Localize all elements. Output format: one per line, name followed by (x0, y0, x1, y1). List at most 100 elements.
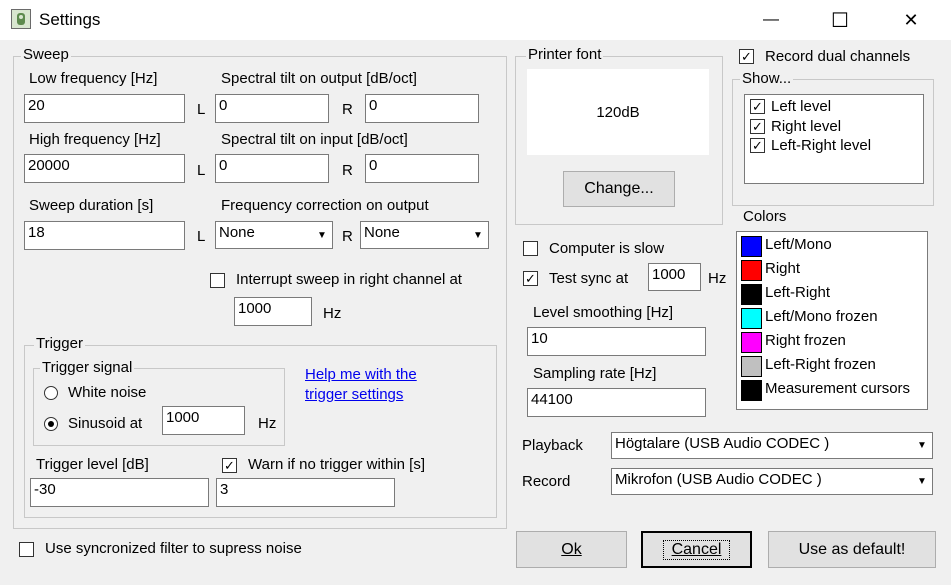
trigger-help-link-line1[interactable]: Help me with the (305, 366, 417, 383)
interrupt-hz-label: Hz (323, 305, 342, 322)
sampling-rate-label: Sampling rate [Hz] (533, 365, 657, 382)
color-item-label[interactable]: Left-Right frozen (765, 356, 876, 373)
test-sync-label: Test sync at (549, 270, 629, 287)
change-font-button[interactable]: Change... (563, 171, 675, 207)
warn-trigger-checkbox[interactable]: ✓ (222, 458, 237, 473)
chevron-down-icon[interactable]: ▼ (914, 471, 930, 492)
sinusoid-hz-label: Hz (258, 415, 277, 432)
trigger-signal-group (33, 368, 285, 446)
color-item-label[interactable]: Left-Right (765, 284, 830, 301)
left-right-level-checkbox[interactable]: ✓ (750, 138, 765, 153)
app-speaker-icon[interactable] (11, 9, 31, 29)
use-as-default-button[interactable]: Use as default! (768, 531, 936, 568)
white-noise-radio[interactable] (44, 386, 58, 400)
warn-trigger-input[interactable]: 3 (216, 478, 395, 507)
computer-slow-checkbox[interactable] (523, 241, 538, 256)
window-title: Settings (39, 10, 101, 29)
right-level-checkbox[interactable]: ✓ (750, 119, 765, 134)
high-frequency-label: High frequency [Hz] (29, 131, 161, 148)
low-frequency-input[interactable]: 20 (24, 94, 185, 123)
tilt-input-label: Spectral tilt on input [dB/oct] (221, 131, 408, 148)
freq-correction-r-label: R (342, 228, 353, 245)
playback-device-select[interactable]: Högtalare (USB Audio CODEC ) ▼ (611, 432, 933, 459)
chevron-down-icon[interactable]: ▼ (470, 224, 486, 246)
color-item-label[interactable]: Left/Mono frozen (765, 308, 878, 325)
sync-filter-label: Use syncronized filter to supress noise (45, 540, 302, 557)
playback-label: Playback (522, 437, 583, 454)
trigger-signal-label: Trigger signal (40, 359, 135, 376)
minimize-icon[interactable]: — (748, 0, 794, 40)
color-swatch[interactable] (741, 284, 762, 305)
left-right-level-label: Left-Right level (771, 137, 872, 154)
trigger-group-label: Trigger (34, 335, 85, 352)
tilt-input-left-input[interactable]: 0 (215, 154, 329, 183)
freq-correction-right-value: None (364, 224, 400, 241)
color-swatch[interactable] (741, 380, 762, 401)
printer-font-label: Printer font (526, 46, 604, 63)
font-preview: 120dB (527, 69, 709, 155)
cancel-button[interactable]: Cancel (641, 531, 752, 568)
ok-button-label[interactable]: Ok (561, 541, 581, 559)
close-icon[interactable]: ✕ (888, 0, 934, 40)
record-dual-checkbox[interactable]: ✓ (739, 49, 754, 64)
warn-trigger-label: Warn if no trigger within [s] (248, 456, 426, 473)
tilt-input-right-input[interactable]: 0 (365, 154, 479, 183)
cancel-button-label[interactable]: Cancel (662, 539, 731, 560)
font-preview-sample: 120dB (596, 103, 640, 121)
tilt-output-right-input[interactable]: 0 (365, 94, 479, 123)
high-frequency-input[interactable]: 20000 (24, 154, 185, 183)
sampling-rate-input[interactable]: 44100 (527, 388, 706, 417)
test-sync-input[interactable]: 1000 (648, 263, 701, 291)
trigger-level-input[interactable]: -30 (30, 478, 209, 507)
colors-listbox[interactable]: Left/Mono Right Left-Right Left/Mono fro… (736, 231, 928, 410)
colors-label: Colors (743, 208, 787, 225)
color-item-label[interactable]: Right frozen (765, 332, 846, 349)
interrupt-checkbox[interactable] (210, 273, 225, 288)
left-level-label: Left level (771, 98, 832, 115)
tilt-output-left-input[interactable]: 0 (215, 94, 329, 123)
chevron-down-icon[interactable]: ▼ (314, 224, 330, 246)
color-swatch[interactable] (741, 356, 762, 377)
color-swatch[interactable] (741, 308, 762, 329)
tilt-output-l-label: L (197, 101, 206, 118)
chevron-down-icon[interactable]: ▼ (914, 435, 930, 456)
low-frequency-label: Low frequency [Hz] (29, 70, 158, 87)
tilt-output-label: Spectral tilt on output [dB/oct] (221, 70, 417, 87)
test-sync-hz-label: Hz (708, 270, 727, 287)
color-item-label[interactable]: Right (765, 260, 800, 277)
level-smoothing-input[interactable]: 10 (527, 327, 706, 356)
record-device-select[interactable]: Mikrofon (USB Audio CODEC ) ▼ (611, 468, 933, 495)
record-label: Record (522, 473, 571, 490)
color-swatch[interactable] (741, 236, 762, 257)
trigger-help-link[interactable]: Help me with the trigger settings (305, 365, 417, 405)
sinusoid-radio[interactable] (44, 417, 58, 431)
title-bar: Settings — ☐ ✕ (0, 0, 951, 40)
left-level-checkbox[interactable]: ✓ (750, 99, 765, 114)
color-swatch[interactable] (741, 332, 762, 353)
test-sync-checkbox[interactable]: ✓ (523, 271, 538, 286)
dialog-client: Sweep Low frequency [Hz] 20 High frequen… (0, 40, 951, 585)
color-item-label[interactable]: Left/Mono (765, 236, 832, 253)
freq-correction-left-select[interactable]: None ▼ (215, 221, 333, 249)
freq-correction-left-value: None (219, 224, 255, 241)
maximize-icon[interactable]: ☐ (817, 0, 863, 40)
record-device-value: Mikrofon (USB Audio CODEC ) (615, 471, 822, 488)
sinusoid-frequency-input[interactable]: 1000 (162, 406, 245, 435)
white-noise-label: White noise (68, 384, 147, 401)
tilt-input-l-label: L (197, 162, 206, 179)
color-item-label[interactable]: Measurement cursors (765, 380, 910, 397)
color-swatch[interactable] (741, 260, 762, 281)
freq-correction-label: Frequency correction on output (221, 197, 429, 214)
trigger-help-link-line2[interactable]: trigger settings (305, 386, 403, 403)
interrupt-frequency-input[interactable]: 1000 (234, 297, 312, 326)
record-dual-label: Record dual channels (765, 48, 911, 65)
tilt-output-r-label: R (342, 101, 353, 118)
sync-filter-checkbox[interactable] (19, 542, 34, 557)
sweep-duration-input[interactable]: 18 (24, 221, 185, 250)
trigger-level-label: Trigger level [dB] (36, 456, 149, 473)
ok-button[interactable]: Ok (516, 531, 627, 568)
freq-correction-right-select[interactable]: None ▼ (360, 221, 489, 249)
show-listbox[interactable]: ✓ Left level ✓ Right level ✓ Left-Right … (744, 94, 924, 184)
sweep-group-label: Sweep (21, 46, 71, 63)
right-level-label: Right level (771, 118, 842, 135)
